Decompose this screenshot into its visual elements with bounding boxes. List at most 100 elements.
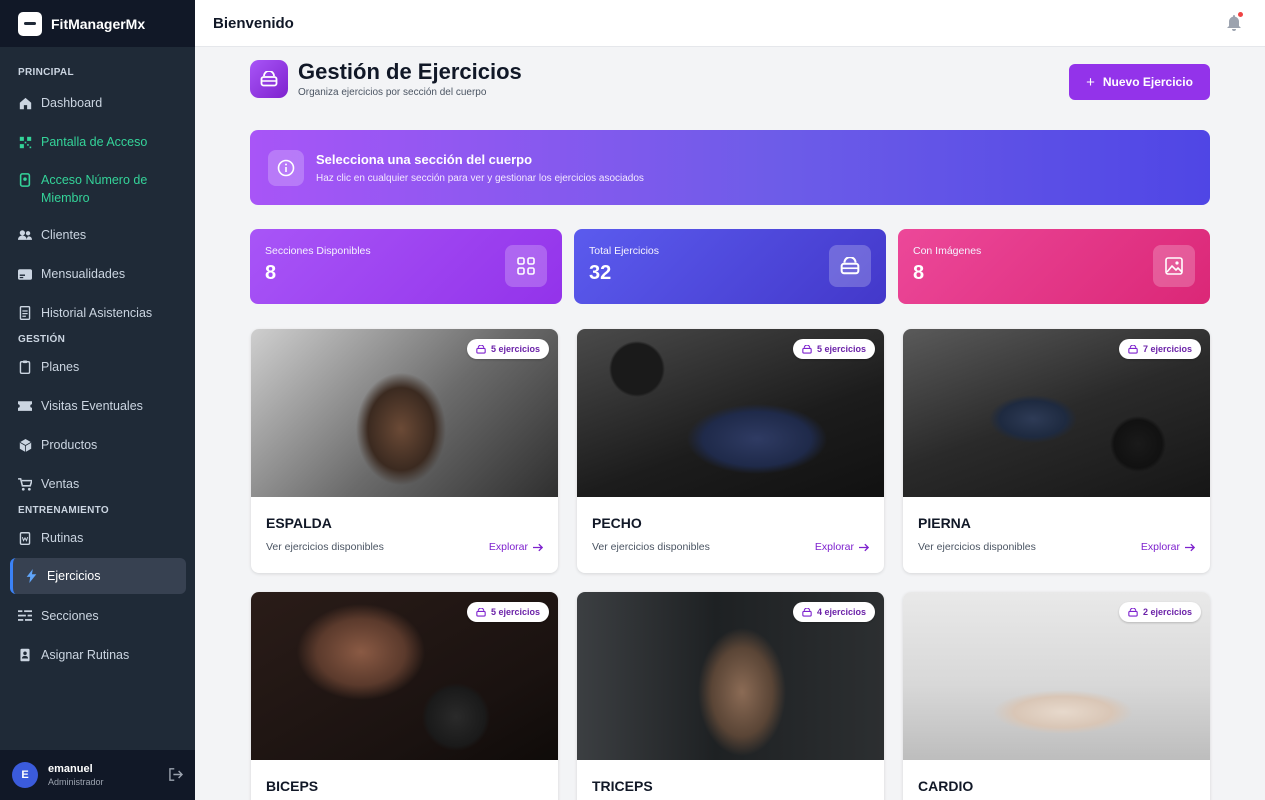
sidebar-item-ventas[interactable]: Ventas xyxy=(10,475,186,493)
dumbbell-icon xyxy=(250,60,288,98)
dumbbell-icon xyxy=(476,607,486,617)
exercise-count-badge: 4 ejercicios xyxy=(792,602,875,622)
sidebar-item-label: Ventas xyxy=(41,477,80,491)
sidebar-item-asignar-rutinas[interactable]: Asignar Rutinas xyxy=(10,646,186,664)
sidebar-item-label: Clientes xyxy=(41,228,87,242)
brand[interactable]: FitManagerMx xyxy=(0,0,195,47)
card-description: Ver ejercicios disponibles xyxy=(266,541,384,553)
sidebar-item-label: Rutinas xyxy=(41,531,84,545)
stat-card-imagenes: Con Imágenes 8 xyxy=(898,229,1210,304)
exercise-count-badge: 5 ejercicios xyxy=(466,339,549,359)
sidebar-item-productos[interactable]: Productos xyxy=(10,436,186,454)
sidebar-item-label: Productos xyxy=(41,438,98,452)
section-label-principal: PRINCIPAL xyxy=(18,67,74,78)
cart-icon xyxy=(18,477,32,491)
card-image: 5 ejercicios xyxy=(577,329,884,497)
sidebar-item-acceso-miembro[interactable]: Acceso Número de Miembro xyxy=(10,171,186,207)
topbar: Bienvenido xyxy=(195,0,1265,47)
user-role: Administrador xyxy=(48,777,104,787)
explore-link[interactable]: Explorar xyxy=(489,541,543,553)
image-icon xyxy=(1153,245,1195,287)
dumbbell-icon xyxy=(1128,607,1138,617)
card-icon xyxy=(18,267,32,281)
sidebar-item-visitas[interactable]: Visitas Eventuales xyxy=(10,397,186,415)
sidebar-item-label: Pantalla de Acceso xyxy=(41,135,148,149)
badge-label: 4 ejercicios xyxy=(816,607,866,617)
sidebar: FitManagerMx PRINCIPAL Dashboard Pantall… xyxy=(0,0,195,800)
topbar-title: Bienvenido xyxy=(213,14,294,32)
section-label-entrenamiento: ENTRENAMIENTO xyxy=(18,505,109,516)
card-image: 5 ejercicios xyxy=(251,592,558,760)
card-title: ESPALDA xyxy=(266,515,332,531)
sidebar-item-clientes[interactable]: Clientes xyxy=(10,226,186,244)
section-card-triceps[interactable]: 4 ejercicios TRICEPS xyxy=(577,592,884,800)
bell-icon[interactable] xyxy=(1227,12,1243,36)
sidebar-item-dashboard[interactable]: Dashboard xyxy=(10,94,186,112)
app-name: FitManagerMx xyxy=(51,15,146,32)
id-badge-icon xyxy=(18,173,32,187)
sidebar-item-label: Asignar Rutinas xyxy=(41,648,130,662)
badge-label: 7 ejercicios xyxy=(1142,344,1192,354)
user-profile[interactable]: E emanuel Administrador xyxy=(0,750,195,800)
dumbbell-icon xyxy=(829,245,871,287)
bolt-icon xyxy=(24,569,38,583)
badge-label: 2 ejercicios xyxy=(1142,607,1192,617)
logo-icon xyxy=(18,11,42,36)
sidebar-item-label: Ejercicios xyxy=(47,569,101,583)
history-icon xyxy=(18,306,32,320)
arrow-right-icon xyxy=(533,543,543,552)
card-image: 7 ejercicios xyxy=(903,329,1210,497)
avatar: E xyxy=(12,762,38,788)
info-banner: Selecciona una sección del cuerpo Haz cl… xyxy=(250,130,1210,205)
badge-label: 5 ejercicios xyxy=(490,607,540,617)
sidebar-item-label: Historial Asistencias xyxy=(41,306,153,320)
sidebar-item-mensualidades[interactable]: Mensualidades xyxy=(10,265,186,283)
explore-link[interactable]: Explorar xyxy=(1141,541,1195,553)
user-name: emanuel xyxy=(48,763,93,775)
sidebar-item-ejercicios[interactable]: Ejercicios xyxy=(10,558,186,594)
notification-dot xyxy=(1238,12,1243,17)
sidebar-item-planes[interactable]: Planes xyxy=(10,358,186,376)
stat-card-total: Total Ejercicios 32 xyxy=(574,229,886,304)
explore-label: Explorar xyxy=(1140,541,1180,553)
card-title: CARDIO xyxy=(918,778,974,794)
new-exercise-button[interactable]: + Nuevo Ejercicio xyxy=(1069,64,1210,100)
users-icon xyxy=(18,228,32,242)
dumbbell-icon xyxy=(1128,344,1138,354)
page-title: Gestión de Ejercicios xyxy=(298,59,522,84)
info-icon xyxy=(268,149,304,186)
section-card-pierna[interactable]: 7 ejercicios PIERNA Ver ejercicios dispo… xyxy=(903,329,1210,573)
qr-code-icon xyxy=(18,135,32,149)
section-card-biceps[interactable]: 5 ejercicios BICEPS xyxy=(251,592,558,800)
card-title: BICEPS xyxy=(266,778,319,794)
grid-icon xyxy=(505,245,547,287)
card-description: Ver ejercicios disponibles xyxy=(918,541,1036,553)
card-title: PIERNA xyxy=(918,515,971,531)
logout-icon[interactable] xyxy=(169,768,184,786)
badge-label: 5 ejercicios xyxy=(490,344,540,354)
arrow-right-icon xyxy=(1185,543,1195,552)
routine-icon xyxy=(18,531,32,545)
card-title: PECHO xyxy=(592,515,642,531)
arrow-right-icon xyxy=(859,543,869,552)
card-image: 4 ejercicios xyxy=(577,592,884,760)
sections-icon xyxy=(18,609,32,623)
box-icon xyxy=(18,438,32,452)
card-image: 2 ejercicios xyxy=(903,592,1210,760)
sidebar-item-rutinas[interactable]: Rutinas xyxy=(10,529,186,547)
explore-label: Explorar xyxy=(488,541,528,553)
sidebar-item-pantalla-acceso[interactable]: Pantalla de Acceso xyxy=(10,133,186,151)
dumbbell-icon xyxy=(476,344,486,354)
sidebar-item-secciones[interactable]: Secciones xyxy=(10,607,186,625)
banner-title: Selecciona una sección del cuerpo xyxy=(316,151,533,167)
card-description: Ver ejercicios disponibles xyxy=(592,541,710,553)
explore-link[interactable]: Explorar xyxy=(815,541,869,553)
section-card-espalda[interactable]: 5 ejercicios ESPALDA Ver ejercicios disp… xyxy=(251,329,558,573)
badge-label: 5 ejercicios xyxy=(816,344,866,354)
section-card-pecho[interactable]: 5 ejercicios PECHO Ver ejercicios dispon… xyxy=(577,329,884,573)
section-label-gestion: GESTIÓN xyxy=(18,334,66,345)
section-card-cardio[interactable]: 2 ejercicios CARDIO xyxy=(903,592,1210,800)
stat-card-secciones: Secciones Disponibles 8 xyxy=(250,229,562,304)
sidebar-item-label: Acceso Número de Miembro xyxy=(41,173,148,205)
sidebar-item-historial[interactable]: Historial Asistencias xyxy=(10,304,186,322)
